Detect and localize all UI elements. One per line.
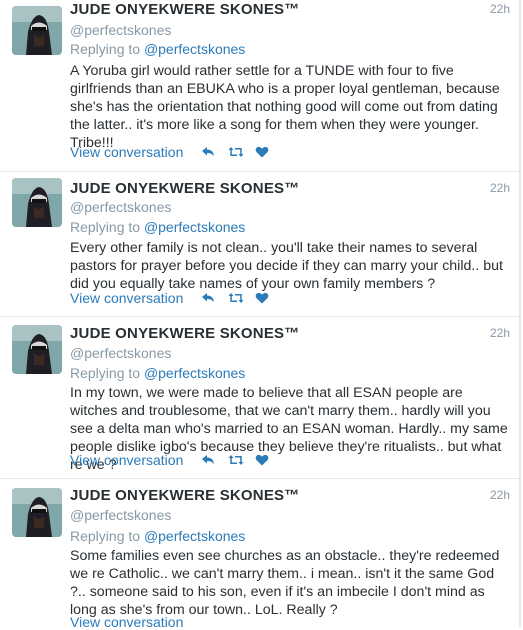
tweet[interactable]: JUDE ONYEKWERE SKONES™ @perfectskones 22… bbox=[0, 172, 521, 317]
reply-icon[interactable] bbox=[201, 453, 215, 467]
retweet-icon[interactable] bbox=[228, 291, 244, 305]
replying-to-label: Replying to bbox=[70, 365, 144, 381]
tweet-actions: View conversation bbox=[70, 614, 201, 630]
tweet-text: A Yoruba girl would rather settle for a … bbox=[70, 63, 500, 151]
replying-to-label: Replying to bbox=[70, 219, 144, 235]
tweet-text: Every other family is not clean.. you'll… bbox=[70, 240, 503, 292]
replying-to: Replying to @perfectskones bbox=[70, 41, 245, 57]
replying-to-link[interactable]: @perfectskones bbox=[144, 528, 245, 544]
retweet-icon[interactable] bbox=[228, 145, 244, 159]
avatar[interactable] bbox=[12, 178, 62, 227]
avatar[interactable] bbox=[12, 325, 62, 374]
replying-to-link[interactable]: @perfectskones bbox=[144, 41, 245, 57]
heart-icon[interactable] bbox=[255, 453, 269, 467]
timestamp[interactable]: 22h bbox=[490, 181, 510, 195]
reply-icon[interactable] bbox=[201, 145, 215, 159]
timestamp[interactable]: 22h bbox=[490, 2, 510, 16]
username[interactable]: @perfectskones bbox=[70, 22, 171, 38]
replying-to: Replying to @perfectskones bbox=[70, 365, 245, 381]
username[interactable]: @perfectskones bbox=[70, 507, 171, 523]
avatar-image bbox=[12, 178, 62, 227]
replying-to-link[interactable]: @perfectskones bbox=[144, 219, 245, 235]
display-name[interactable]: JUDE ONYEKWERE SKONES™ bbox=[70, 487, 299, 504]
avatar[interactable] bbox=[12, 6, 62, 55]
tweet-text: Some families even see churches as an ob… bbox=[70, 548, 500, 618]
username[interactable]: @perfectskones bbox=[70, 345, 171, 361]
view-conversation-link[interactable]: View conversation bbox=[70, 144, 183, 160]
tweet-actions: View conversation bbox=[70, 290, 282, 306]
display-name[interactable]: JUDE ONYEKWERE SKONES™ bbox=[70, 1, 299, 18]
view-conversation-link[interactable]: View conversation bbox=[70, 614, 183, 630]
avatar[interactable] bbox=[12, 488, 62, 537]
avatar-image bbox=[12, 6, 62, 55]
replying-to-link[interactable]: @perfectskones bbox=[144, 365, 245, 381]
display-name[interactable]: JUDE ONYEKWERE SKONES™ bbox=[70, 325, 299, 342]
tweet[interactable]: JUDE ONYEKWERE SKONES™ @perfectskones 22… bbox=[0, 317, 521, 479]
username[interactable]: @perfectskones bbox=[70, 199, 171, 215]
view-conversation-link[interactable]: View conversation bbox=[70, 290, 183, 306]
tweet-actions: View conversation bbox=[70, 452, 282, 468]
tweet-feed: JUDE ONYEKWERE SKONES™ @perfectskones 22… bbox=[0, 0, 523, 630]
replying-to: Replying to @perfectskones bbox=[70, 219, 245, 235]
avatar-image bbox=[12, 488, 62, 537]
heart-icon[interactable] bbox=[255, 291, 269, 305]
tweet[interactable]: JUDE ONYEKWERE SKONES™ @perfectskones 22… bbox=[0, 479, 521, 630]
retweet-icon[interactable] bbox=[228, 453, 244, 467]
replying-to-label: Replying to bbox=[70, 41, 144, 57]
display-name[interactable]: JUDE ONYEKWERE SKONES™ bbox=[70, 180, 299, 197]
avatar-image bbox=[12, 325, 62, 374]
timestamp[interactable]: 22h bbox=[490, 488, 510, 502]
timestamp[interactable]: 22h bbox=[490, 326, 510, 340]
replying-to-label: Replying to bbox=[70, 528, 144, 544]
replying-to: Replying to @perfectskones bbox=[70, 528, 245, 544]
tweet-actions: View conversation bbox=[70, 144, 282, 160]
reply-icon[interactable] bbox=[201, 291, 215, 305]
view-conversation-link[interactable]: View conversation bbox=[70, 452, 183, 468]
tweet[interactable]: JUDE ONYEKWERE SKONES™ @perfectskones 22… bbox=[0, 0, 521, 172]
heart-icon[interactable] bbox=[255, 145, 269, 159]
